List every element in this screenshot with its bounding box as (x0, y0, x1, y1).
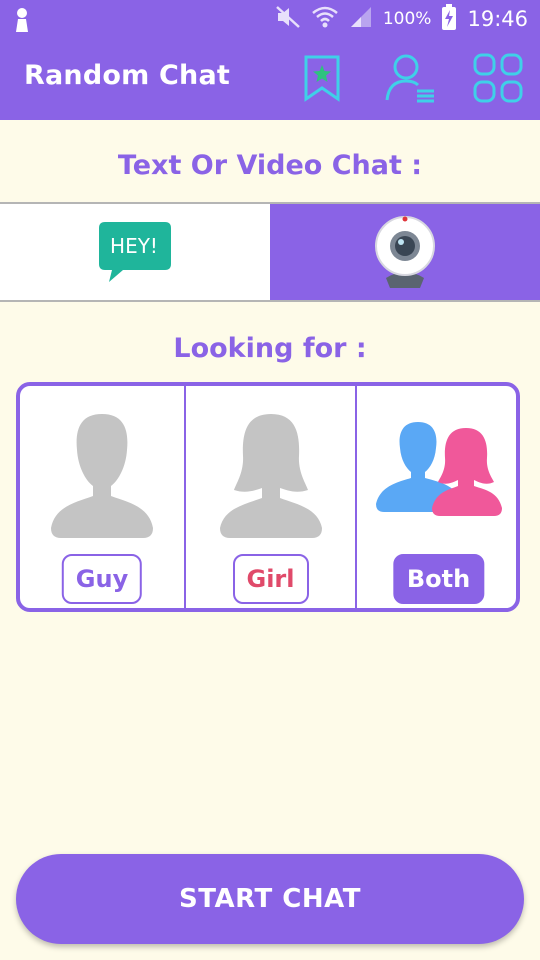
mute-icon (275, 5, 301, 33)
bookmark-star-icon (304, 55, 340, 102)
clock: 19:46 (467, 7, 528, 31)
text-chat-option[interactable]: HEY! (0, 204, 270, 300)
user-list-icon (385, 54, 434, 103)
menu-grid-button[interactable] (472, 52, 524, 104)
grid-icon (473, 53, 523, 103)
both-option[interactable]: Both (357, 386, 516, 608)
battery-percent: 100% (382, 9, 432, 29)
looking-for-heading: Looking for : (173, 333, 367, 364)
couple-avatar-icon (375, 422, 502, 516)
bubble-text: HEY! (110, 234, 158, 258)
contacts-button[interactable] (384, 52, 436, 104)
girl-button[interactable]: Girl (232, 554, 309, 604)
both-button[interactable]: Both (392, 554, 485, 604)
wifi-icon (311, 5, 339, 33)
gender-selector: Guy Girl Both (16, 382, 520, 612)
female-avatar-icon (219, 414, 322, 538)
chat-mode-selector: HEY! (0, 202, 540, 302)
chat-mode-heading: Text Or Video Chat : (117, 150, 423, 181)
favorites-button[interactable] (296, 52, 348, 104)
video-chat-option[interactable] (270, 204, 540, 300)
webcam-icon (375, 216, 435, 288)
male-avatar-icon (51, 414, 153, 538)
signal-icon (349, 5, 373, 33)
guy-option[interactable]: Guy (20, 386, 184, 608)
battery-charging-icon (441, 4, 457, 34)
start-chat-button[interactable]: START CHAT (16, 854, 524, 944)
chat-bubble-icon: HEY! (99, 222, 171, 282)
person-icon (12, 6, 32, 36)
guy-button[interactable]: Guy (61, 554, 143, 604)
app-bar: Random Chat (0, 38, 540, 120)
girl-option[interactable]: Girl (186, 386, 355, 608)
app-title: Random Chat (24, 60, 231, 91)
status-bar: 100% 19:46 (0, 0, 540, 38)
